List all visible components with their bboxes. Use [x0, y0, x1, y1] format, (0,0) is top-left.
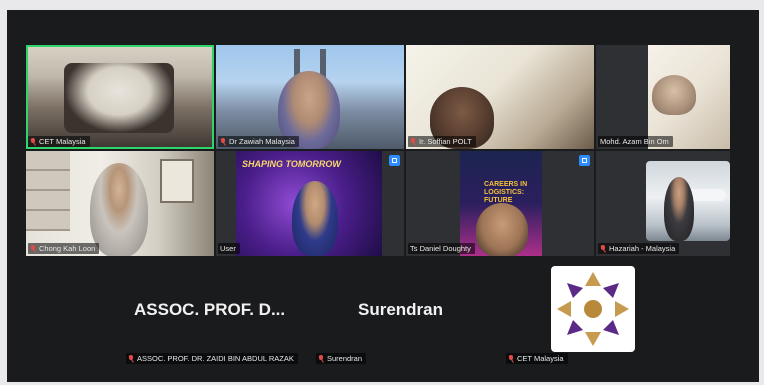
- participant-name: Chong Kah Loon: [39, 244, 96, 253]
- video-tile-surendran[interactable]: Surendran Surendran: [314, 260, 502, 366]
- participant-face: [652, 75, 696, 115]
- cet-logo-icon: [557, 272, 629, 346]
- shared-slide: SHAPING TOMORROW: [236, 151, 382, 256]
- muted-mic-icon: [508, 354, 514, 363]
- participant-name: Ts Daniel Doughty: [410, 244, 471, 253]
- video-tile-cet-malaysia-logo[interactable]: CET Malaysia: [504, 260, 692, 366]
- participant-face: [292, 181, 338, 256]
- muted-mic-icon: [410, 137, 416, 146]
- video-tile-zaidi[interactable]: ASSOC. PROF. D... ASSOC. PROF. DR. ZAIDI…: [124, 260, 312, 366]
- participant-name: Ir. Soffian POLT: [419, 137, 472, 146]
- name-label: ASSOC. PROF. DR. ZAIDI BIN ABDUL RAZAK: [126, 353, 298, 364]
- name-label: CET Malaysia: [28, 136, 90, 147]
- video-tile-cet-malaysia[interactable]: CET Malaysia: [26, 45, 214, 149]
- video-tile-daniel[interactable]: CAREERS IN LOGISTICS: FUTURE Ts Daniel D…: [406, 151, 594, 256]
- video-tile-chong[interactable]: Chong Kah Loon: [26, 151, 214, 256]
- participant-face: [476, 203, 528, 256]
- name-label: User: [218, 243, 240, 254]
- name-label: Chong Kah Loon: [28, 243, 100, 254]
- slide-title: CAREERS IN LOGISTICS: FUTURE: [484, 181, 528, 204]
- muted-mic-icon: [30, 137, 36, 146]
- meeting-gallery: CET Malaysia Dr Zawiah Malaysia Ir. Soff…: [7, 10, 759, 382]
- name-label: Ts Daniel Doughty: [408, 243, 475, 254]
- video-tile-hazariah[interactable]: Hazariah - Malaysia: [596, 151, 730, 256]
- share-screen-icon[interactable]: [579, 155, 590, 166]
- muted-mic-icon: [128, 354, 134, 363]
- participant-name: CET Malaysia: [39, 137, 86, 146]
- participant-name: Mohd. Azam Bin Om: [600, 137, 669, 146]
- camera-view: [648, 45, 730, 149]
- name-label: Ir. Soffian POLT: [408, 136, 476, 147]
- certificate-frame: [160, 159, 194, 203]
- participant-name: CET Malaysia: [517, 354, 564, 363]
- participant-name: Dr Zawiah Malaysia: [229, 137, 295, 146]
- name-label: Mohd. Azam Bin Om: [598, 136, 673, 147]
- name-label: Hazariah - Malaysia: [598, 243, 680, 254]
- video-tile-zawiah[interactable]: Dr Zawiah Malaysia: [216, 45, 404, 149]
- participant-face: [664, 177, 694, 241]
- muted-mic-icon: [600, 244, 606, 253]
- participant-name: Surendran: [327, 354, 363, 363]
- participant-name: User: [220, 244, 236, 253]
- participant-face: [90, 163, 148, 256]
- participant-group: [64, 63, 174, 133]
- organization-logo: [551, 266, 635, 352]
- participant-display-name: Surendran: [358, 300, 444, 319]
- muted-mic-icon: [30, 244, 36, 253]
- name-label: Surendran: [316, 353, 367, 364]
- camera-view: [646, 161, 730, 241]
- name-label: Dr Zawiah Malaysia: [218, 136, 299, 147]
- muted-mic-icon: [318, 354, 324, 363]
- participant-display-name: ASSOC. PROF. D...: [134, 300, 286, 319]
- slide-title: SHAPING TOMORROW: [242, 159, 341, 169]
- video-tile-azam[interactable]: Mohd. Azam Bin Om: [596, 45, 730, 149]
- name-label: CET Malaysia: [506, 353, 568, 364]
- video-tile-user[interactable]: SHAPING TOMORROW User: [216, 151, 404, 256]
- wall-frames: [26, 151, 70, 231]
- video-tile-soffian[interactable]: Ir. Soffian POLT: [406, 45, 594, 149]
- participant-name: ASSOC. PROF. DR. ZAIDI BIN ABDUL RAZAK: [137, 354, 294, 363]
- muted-mic-icon: [220, 137, 226, 146]
- participant-name: Hazariah - Malaysia: [609, 244, 676, 253]
- share-screen-icon[interactable]: [389, 155, 400, 166]
